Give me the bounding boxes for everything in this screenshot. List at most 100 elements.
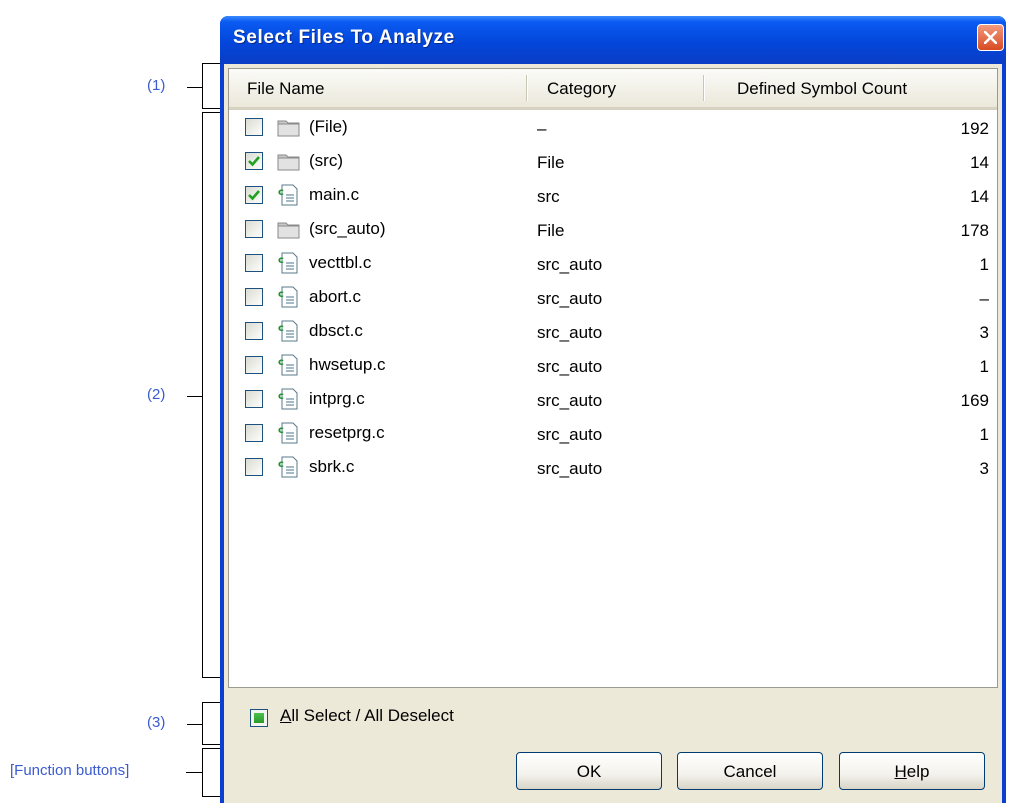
file-name-cell: (src_auto)	[309, 219, 386, 238]
all-select-box[interactable]	[250, 709, 268, 727]
callout-2-leader	[187, 396, 202, 397]
row-checkbox-checked[interactable]	[245, 152, 263, 170]
close-button[interactable]	[977, 24, 1004, 51]
callout-4-leader	[186, 772, 202, 773]
select-files-dialog: Select Files To Analyze File Name Catego…	[220, 16, 1006, 803]
symbol-count-cell: 169	[960, 391, 989, 410]
c-file-icon: c	[277, 184, 301, 206]
row-checkbox[interactable]	[245, 390, 263, 408]
category-cell: File	[537, 153, 565, 172]
file-name-cell: vecttbl.c	[309, 253, 372, 272]
svg-text:c: c	[278, 391, 284, 402]
row-checkbox[interactable]	[245, 458, 263, 476]
list-row[interactable]: c dbsct.c src_auto 3	[229, 315, 997, 349]
list-row[interactable]: (src_auto) File 178	[229, 213, 997, 247]
help-button[interactable]: Help	[839, 752, 985, 790]
callout-3: (3)	[147, 714, 166, 731]
list-row[interactable]: c resetprg.c src_auto 1	[229, 417, 997, 451]
svg-text:c: c	[278, 187, 284, 198]
file-name-cell: main.c	[309, 185, 360, 204]
indeterminate-mark	[254, 713, 264, 723]
callout-function-buttons: [Function buttons]	[10, 762, 130, 779]
dialog-title: Select Files To Analyze	[233, 27, 455, 48]
list-header: File Name Category Defined Symbol Count	[229, 69, 997, 110]
symbol-count-cell: –	[979, 289, 989, 308]
category-cell: src_auto	[537, 459, 603, 478]
callout-1: (1)	[147, 77, 166, 94]
svg-text:c: c	[278, 357, 284, 368]
callout-4-bracket	[202, 748, 220, 797]
c-file-icon: c	[277, 388, 301, 410]
category-cell: src_auto	[537, 289, 603, 308]
row-checkbox[interactable]	[245, 118, 263, 136]
row-checkbox-checked[interactable]	[245, 186, 263, 204]
list-row[interactable]: (src) File 14	[229, 145, 997, 179]
row-checkbox[interactable]	[245, 254, 263, 272]
column-divider[interactable]	[703, 75, 704, 101]
symbol-count-cell: 192	[960, 119, 989, 138]
c-file-icon: c	[277, 456, 301, 478]
category-cell: src_auto	[537, 323, 603, 342]
title-bar[interactable]: Select Files To Analyze	[220, 16, 1006, 64]
list-row[interactable]: c sbrk.c src_auto 3	[229, 451, 997, 485]
file-name-cell: sbrk.c	[309, 457, 355, 476]
column-header-defined-symbol-count[interactable]: Defined Symbol Count	[737, 69, 907, 107]
folder-icon	[277, 116, 301, 138]
symbol-count-cell: 1	[979, 425, 989, 444]
row-checkbox[interactable]	[245, 322, 263, 340]
category-cell: File	[537, 221, 565, 240]
list-row[interactable]: c intprg.c src_auto 169	[229, 383, 997, 417]
svg-text:c: c	[278, 289, 284, 300]
category-cell: –	[537, 119, 547, 138]
category-cell: src_auto	[537, 391, 603, 410]
list-row[interactable]: (File) – 192	[229, 111, 997, 145]
callout-1-bracket	[202, 63, 220, 109]
all-select-label[interactable]: All Select / All Deselect	[280, 706, 454, 726]
file-list[interactable]: File Name Category Defined Symbol Count …	[228, 68, 998, 688]
cancel-button[interactable]: Cancel	[677, 752, 823, 790]
folder-icon	[277, 150, 301, 172]
list-row[interactable]: c vecttbl.c src_auto 1	[229, 247, 997, 281]
column-header-category[interactable]: Category	[547, 69, 616, 107]
list-row[interactable]: c abort.c src_auto –	[229, 281, 997, 315]
row-checkbox[interactable]	[245, 288, 263, 306]
symbol-count-cell: 3	[979, 323, 989, 342]
row-checkbox[interactable]	[245, 356, 263, 374]
file-name-cell: intprg.c	[309, 389, 365, 408]
category-cell: src_auto	[537, 357, 603, 376]
ok-button[interactable]: OK	[516, 752, 662, 790]
c-file-icon: c	[277, 320, 301, 342]
symbol-count-cell: 14	[970, 153, 989, 172]
symbol-count-cell: 178	[960, 221, 989, 240]
file-name-cell: dbsct.c	[309, 321, 363, 340]
column-header-file-name[interactable]: File Name	[247, 69, 324, 107]
file-name-cell: hwsetup.c	[309, 355, 386, 374]
list-row[interactable]: c main.c src 14	[229, 179, 997, 213]
symbol-count-cell: 14	[970, 187, 989, 206]
file-name-cell: (File)	[309, 117, 348, 136]
file-name-cell: (src)	[309, 151, 343, 170]
callout-3-bracket	[202, 702, 220, 745]
symbol-count-cell: 3	[979, 459, 989, 478]
svg-text:c: c	[278, 425, 284, 436]
row-checkbox[interactable]	[245, 424, 263, 442]
svg-text:c: c	[278, 459, 284, 470]
c-file-icon: c	[277, 252, 301, 274]
svg-text:c: c	[278, 323, 284, 334]
callout-3-leader	[187, 724, 202, 725]
svg-text:c: c	[278, 255, 284, 266]
callout-1-leader	[187, 87, 202, 88]
row-checkbox[interactable]	[245, 220, 263, 238]
file-name-cell: abort.c	[309, 287, 361, 306]
column-divider[interactable]	[526, 75, 527, 101]
file-name-cell: resetprg.c	[309, 423, 385, 442]
dialog-client-area: File Name Category Defined Symbol Count …	[224, 64, 1002, 803]
list-row[interactable]: c hwsetup.c src_auto 1	[229, 349, 997, 383]
callout-2: (2)	[147, 386, 166, 403]
folder-icon	[277, 218, 301, 240]
c-file-icon: c	[277, 354, 301, 376]
symbol-count-cell: 1	[979, 255, 989, 274]
close-icon	[984, 31, 997, 44]
category-cell: src_auto	[537, 255, 603, 274]
c-file-icon: c	[277, 286, 301, 308]
